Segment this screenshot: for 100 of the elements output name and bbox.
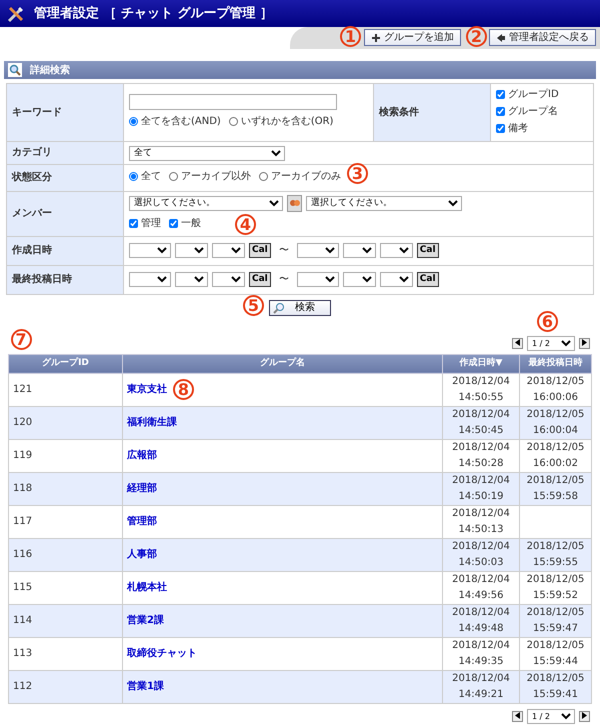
- add-group-button[interactable]: グループを追加: [364, 29, 461, 46]
- month-dropdown[interactable]: [342, 243, 376, 258]
- month-dropdown[interactable]: [175, 272, 208, 287]
- table-cell: 119: [13, 450, 32, 461]
- year-dropdown[interactable]: [296, 243, 339, 258]
- radio-button[interactable]: [129, 172, 138, 181]
- back-button[interactable]: 管理者設定へ戻る: [489, 29, 596, 46]
- callout-number: 7: [10, 329, 32, 350]
- table-cell-text: 2018/12/05 15:59:55: [526, 540, 584, 570]
- calendar-button[interactable]: Cal: [416, 272, 439, 287]
- range-separator: 〜: [278, 273, 289, 287]
- option-label: いずれかを含む(OR): [240, 114, 334, 129]
- callout-number: 1: [340, 26, 361, 47]
- column-header: グループID: [42, 358, 89, 368]
- calendar-button[interactable]: Cal: [249, 272, 271, 287]
- table-cell: 117: [13, 516, 32, 527]
- table-cell-text: 2018/12/05 15:59:58: [526, 474, 584, 504]
- range-separator: 〜: [278, 244, 289, 258]
- option-label: 全てを含む(AND): [141, 114, 221, 129]
- day-dropdown[interactable]: [212, 243, 245, 258]
- group-link[interactable]: 東京支社: [127, 384, 167, 395]
- search-button[interactable]: 検索: [269, 300, 331, 316]
- group-link[interactable]: 広報部: [127, 450, 157, 461]
- table-cell-text: 2018/12/05 16:00:02: [526, 440, 584, 470]
- next-page-button[interactable]: [579, 710, 590, 722]
- field-label: 状態区分: [12, 172, 52, 183]
- table-cell-text: 2018/12/05 16:00:04: [526, 408, 584, 438]
- group-link[interactable]: 福利衛生課: [127, 417, 177, 428]
- year-dropdown[interactable]: [129, 243, 171, 258]
- category-dropdown[interactable]: 全て: [129, 146, 285, 160]
- calendar-button[interactable]: Cal: [416, 243, 439, 258]
- table-cell-text: 2018/12/05 15:59:41: [526, 672, 584, 702]
- checkbox[interactable]: [169, 218, 178, 228]
- field-label: キーワード: [12, 107, 62, 118]
- table-cell-text: 2018/12/04 14:49:21: [452, 672, 510, 702]
- option-label: グループID: [508, 88, 559, 102]
- checkbox[interactable]: [496, 124, 505, 133]
- group-link[interactable]: 札幌本社: [127, 582, 167, 593]
- previous-page-button[interactable]: [512, 338, 523, 348]
- month-dropdown[interactable]: [342, 272, 376, 287]
- member-group-dropdown[interactable]: 選択してください。: [129, 196, 283, 210]
- column-header: グループ名: [260, 358, 305, 368]
- callout-number: 5: [243, 294, 264, 316]
- radio-button[interactable]: [259, 172, 268, 181]
- table-cell-text: 2018/12/04 14:50:28: [452, 440, 510, 470]
- table-cell-text: 2018/12/04 14:49:56: [452, 572, 510, 602]
- table-cell: 115: [13, 582, 32, 593]
- radio-button[interactable]: [228, 117, 238, 126]
- back-arrow-icon: [496, 32, 506, 42]
- section-title: 詳細検索: [30, 64, 70, 78]
- table-cell-text: 2018/12/04 14:49:35: [452, 638, 510, 668]
- checkbox[interactable]: [496, 90, 505, 99]
- page-dropdown[interactable]: 1 / 2: [527, 708, 575, 724]
- radio-button[interactable]: [169, 172, 178, 181]
- option-label: アーカイブ以外: [181, 170, 251, 184]
- option-label: 全て: [141, 170, 161, 184]
- checkbox[interactable]: [129, 218, 138, 228]
- callout-number: 2: [466, 26, 487, 47]
- table-cell: 120: [13, 417, 32, 428]
- previous-page-button[interactable]: [512, 710, 523, 722]
- search-icon: [273, 302, 285, 314]
- table-cell: 118: [13, 483, 32, 494]
- option-label: 管理: [141, 216, 161, 230]
- day-dropdown[interactable]: [380, 243, 413, 258]
- table-cell-text: 2018/12/05 16:00:06: [526, 374, 584, 404]
- option-label: グループ名: [508, 104, 558, 119]
- group-link[interactable]: 人事部: [127, 549, 157, 560]
- member-picker-button[interactable]: [287, 194, 302, 212]
- group-link[interactable]: 経理部: [127, 483, 157, 494]
- table-cell: 116: [13, 549, 32, 560]
- field-label: 検索条件: [379, 107, 419, 118]
- keyword-field[interactable]: [129, 94, 337, 110]
- table-cell: 113: [13, 648, 32, 659]
- member-dropdown[interactable]: 選択してください。: [306, 196, 462, 210]
- field-label: 最終投稿日時: [12, 274, 72, 285]
- table-cell-text: 2018/12/05 15:59:44: [526, 638, 584, 668]
- callout-number: 6: [537, 310, 558, 332]
- group-link[interactable]: 管理部: [127, 516, 157, 527]
- group-link[interactable]: 営業1課: [127, 681, 164, 692]
- search-icon: [8, 63, 22, 77]
- page-dropdown[interactable]: 1 / 2: [527, 336, 575, 350]
- day-dropdown[interactable]: [212, 272, 245, 287]
- calendar-button[interactable]: Cal: [249, 243, 271, 258]
- page-title: 管理者設定 ［ チャット グループ管理 ］: [34, 4, 274, 23]
- group-link[interactable]: 営業2課: [127, 615, 164, 626]
- table-cell-text: 2018/12/04 14:50:03: [452, 540, 510, 570]
- day-dropdown[interactable]: [380, 272, 413, 287]
- year-dropdown[interactable]: [129, 272, 171, 287]
- table-cell: 114: [13, 615, 32, 626]
- year-dropdown[interactable]: [296, 272, 339, 287]
- radio-button[interactable]: [129, 117, 138, 126]
- next-page-button[interactable]: [579, 338, 590, 348]
- table-cell-text: 2018/12/04 14:50:45: [452, 408, 510, 438]
- checkbox[interactable]: [496, 107, 505, 116]
- table-cell: 112: [13, 681, 32, 692]
- month-dropdown[interactable]: [175, 243, 208, 258]
- table-cell-text: 2018/12/05 15:59:52: [526, 572, 584, 602]
- field-label: カテゴリ: [12, 147, 52, 158]
- group-link[interactable]: 取締役チャット: [127, 648, 197, 659]
- option-label: 備考: [508, 122, 528, 136]
